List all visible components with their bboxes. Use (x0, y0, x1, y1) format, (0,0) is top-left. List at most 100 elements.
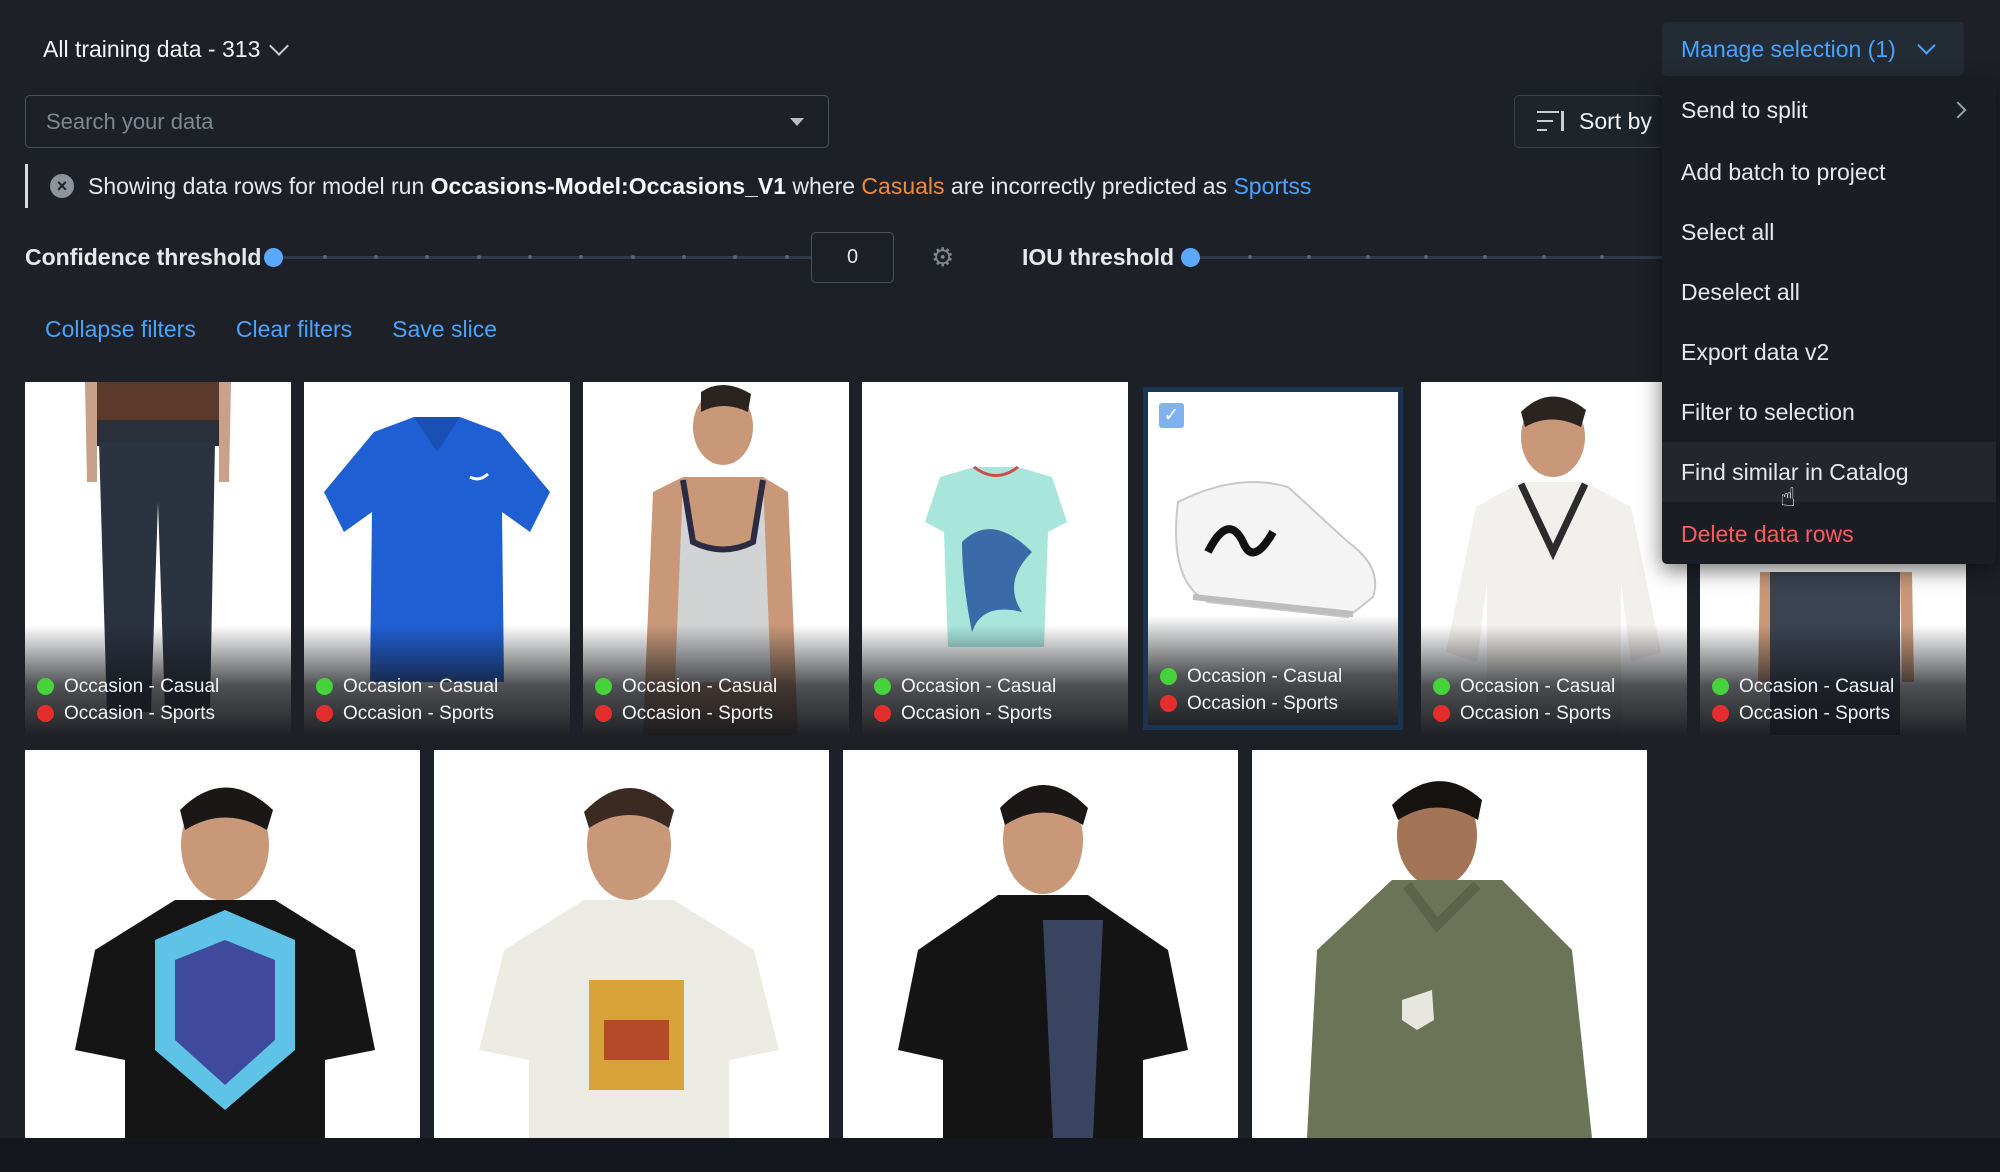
sort-button[interactable]: Sort by (1514, 95, 1664, 148)
menu-item-label: Send to split (1681, 96, 1808, 123)
filter-predicted-class: Sportss (1233, 172, 1312, 199)
chevron-right-icon (1949, 101, 1967, 119)
menu-item-label: Delete data rows (1681, 520, 1854, 547)
filter-where: where (792, 172, 856, 199)
wrong-dot-icon (1712, 705, 1729, 722)
filter-model-run: Occasions-Model:Occasions_V1 (430, 172, 786, 199)
menu-item-label: Deselect all (1681, 278, 1800, 305)
label-actual: Occasion - Casual (901, 675, 1057, 697)
manage-selection-menu: Send to split Add batch to project Selec… (1662, 80, 1996, 564)
correct-dot-icon (316, 678, 333, 695)
caret-down-icon[interactable] (790, 118, 804, 126)
wrong-dot-icon (1433, 705, 1450, 722)
data-row-card[interactable]: Occasion - Casual Occasion - Sports (25, 382, 291, 735)
checkbox-checked[interactable]: ✓ (1159, 403, 1184, 428)
label-predicted: Occasion - Sports (1187, 692, 1338, 714)
label-actual: Occasion - Casual (1739, 675, 1895, 697)
card-labels: Occasion - Casual Occasion - Sports (316, 673, 498, 727)
data-row-card[interactable]: Occasion - Casual Occasion - Sports (583, 382, 849, 735)
card-labels: Occasion - Casual Occasion - Sports (1160, 663, 1342, 717)
cream-print-tee-image (479, 787, 779, 1138)
chevron-down-icon (1917, 35, 1936, 55)
black-print-tee-image (898, 785, 1188, 1138)
label-actual: Occasion - Casual (64, 675, 220, 697)
card-labels: Occasion - Casual Occasion - Sports (1712, 673, 1894, 727)
menu-item-label: Export data v2 (1681, 338, 1830, 365)
sort-label: Sort by (1579, 108, 1652, 134)
data-row-card-selected[interactable]: ✓ Occasion - Casual Occasion - Sports (1143, 387, 1403, 730)
wrong-dot-icon (874, 705, 891, 722)
label-actual: Occasion - Casual (1187, 665, 1343, 687)
confidence-slider[interactable] (264, 248, 811, 267)
data-row-card[interactable] (434, 750, 829, 1138)
filter-actual-class: Casuals (861, 172, 945, 199)
menu-item-label: Filter to selection (1681, 398, 1855, 425)
bottom-strip (0, 1138, 2000, 1172)
wrong-dot-icon (595, 705, 612, 722)
menu-item-select-all[interactable]: Select all (1662, 202, 1996, 262)
data-row-card[interactable] (1252, 750, 1647, 1138)
manage-selection-label: Manage selection (1) (1681, 35, 1896, 62)
card-labels: Occasion - Casual Occasion - Sports (37, 673, 219, 727)
collapse-filters-link[interactable]: Collapse filters (45, 316, 196, 343)
hand-cursor-icon: ☝ (1780, 482, 1796, 512)
label-actual: Occasion - Casual (622, 675, 778, 697)
correct-dot-icon (1433, 678, 1450, 695)
wrong-dot-icon (316, 705, 333, 722)
manage-selection-button[interactable]: Manage selection (1) (1662, 22, 1964, 76)
menu-item-label: Add batch to project (1681, 158, 1886, 185)
gear-icon[interactable]: ⚙ (931, 244, 957, 270)
label-actual: Occasion - Casual (1460, 675, 1616, 697)
data-row-card[interactable] (25, 750, 420, 1138)
correct-dot-icon (595, 678, 612, 695)
close-icon[interactable]: × (50, 174, 74, 198)
label-predicted: Occasion - Sports (1460, 702, 1611, 724)
menu-item-label: Select all (1681, 218, 1775, 245)
menu-item-add-batch[interactable]: Add batch to project (1662, 142, 1996, 202)
label-predicted: Occasion - Sports (1739, 702, 1890, 724)
sort-icon (1537, 109, 1567, 135)
label-predicted: Occasion - Sports (64, 702, 215, 724)
data-row-card[interactable]: Occasion - Casual Occasion - Sports (862, 382, 1128, 735)
confidence-threshold-label: Confidence threshold (25, 244, 262, 270)
label-predicted: Occasion - Sports (901, 702, 1052, 724)
clear-filters-link[interactable]: Clear filters (236, 316, 352, 343)
dataset-title: All training data - 313 (43, 36, 261, 62)
confidence-slider-handle[interactable] (264, 248, 283, 267)
filter-text: Showing data rows for model run Occasion… (88, 173, 1311, 200)
active-filter-banner: × Showing data rows for model run Occasi… (25, 164, 1311, 208)
wrong-dot-icon (37, 705, 54, 722)
card-labels: Occasion - Casual Occasion - Sports (1433, 673, 1615, 727)
data-row-card[interactable]: Occasion - Casual Occasion - Sports (304, 382, 570, 735)
iou-slider[interactable] (1181, 248, 1665, 267)
correct-dot-icon (1712, 678, 1729, 695)
card-labels: Occasion - Casual Occasion - Sports (595, 673, 777, 727)
correct-dot-icon (874, 678, 891, 695)
search-input[interactable] (46, 108, 808, 135)
label-predicted: Occasion - Sports (622, 702, 773, 724)
green-hoodie-image (1307, 781, 1592, 1138)
iou-threshold-label: IOU threshold (1022, 244, 1175, 270)
data-row-card[interactable] (843, 750, 1238, 1138)
filter-middle: are incorrectly predicted as (950, 172, 1228, 199)
confidence-value-input[interactable] (811, 232, 894, 283)
correct-dot-icon (1160, 668, 1177, 685)
menu-item-deselect-all[interactable]: Deselect all (1662, 262, 1996, 322)
chevron-down-icon (269, 35, 290, 56)
menu-item-send-to-split[interactable]: Send to split (1662, 80, 1996, 140)
iou-slider-handle[interactable] (1181, 248, 1200, 267)
menu-item-filter-to-selection[interactable]: Filter to selection (1662, 382, 1996, 442)
menu-item-export-data[interactable]: Export data v2 (1662, 322, 1996, 382)
card-labels: Occasion - Casual Occasion - Sports (874, 673, 1056, 727)
threshold-row: Confidence threshold ⚙ IOU threshold (25, 232, 1665, 283)
filter-prefix: Showing data rows for model run (88, 172, 425, 199)
wrong-dot-icon (1160, 695, 1177, 712)
save-slice-link[interactable]: Save slice (392, 316, 497, 343)
label-predicted: Occasion - Sports (343, 702, 494, 724)
search-field[interactable] (25, 95, 829, 148)
menu-item-delete-data-rows[interactable]: Delete data rows (1662, 504, 1996, 564)
dataset-selector[interactable]: All training data - 313 (43, 35, 290, 63)
menu-item-find-similar[interactable]: Find similar in Catalog (1662, 442, 1996, 502)
filter-actions: Collapse filters Clear filters Save slic… (45, 316, 497, 343)
data-row-card[interactable]: Occasion - Casual Occasion - Sports (1421, 382, 1687, 735)
